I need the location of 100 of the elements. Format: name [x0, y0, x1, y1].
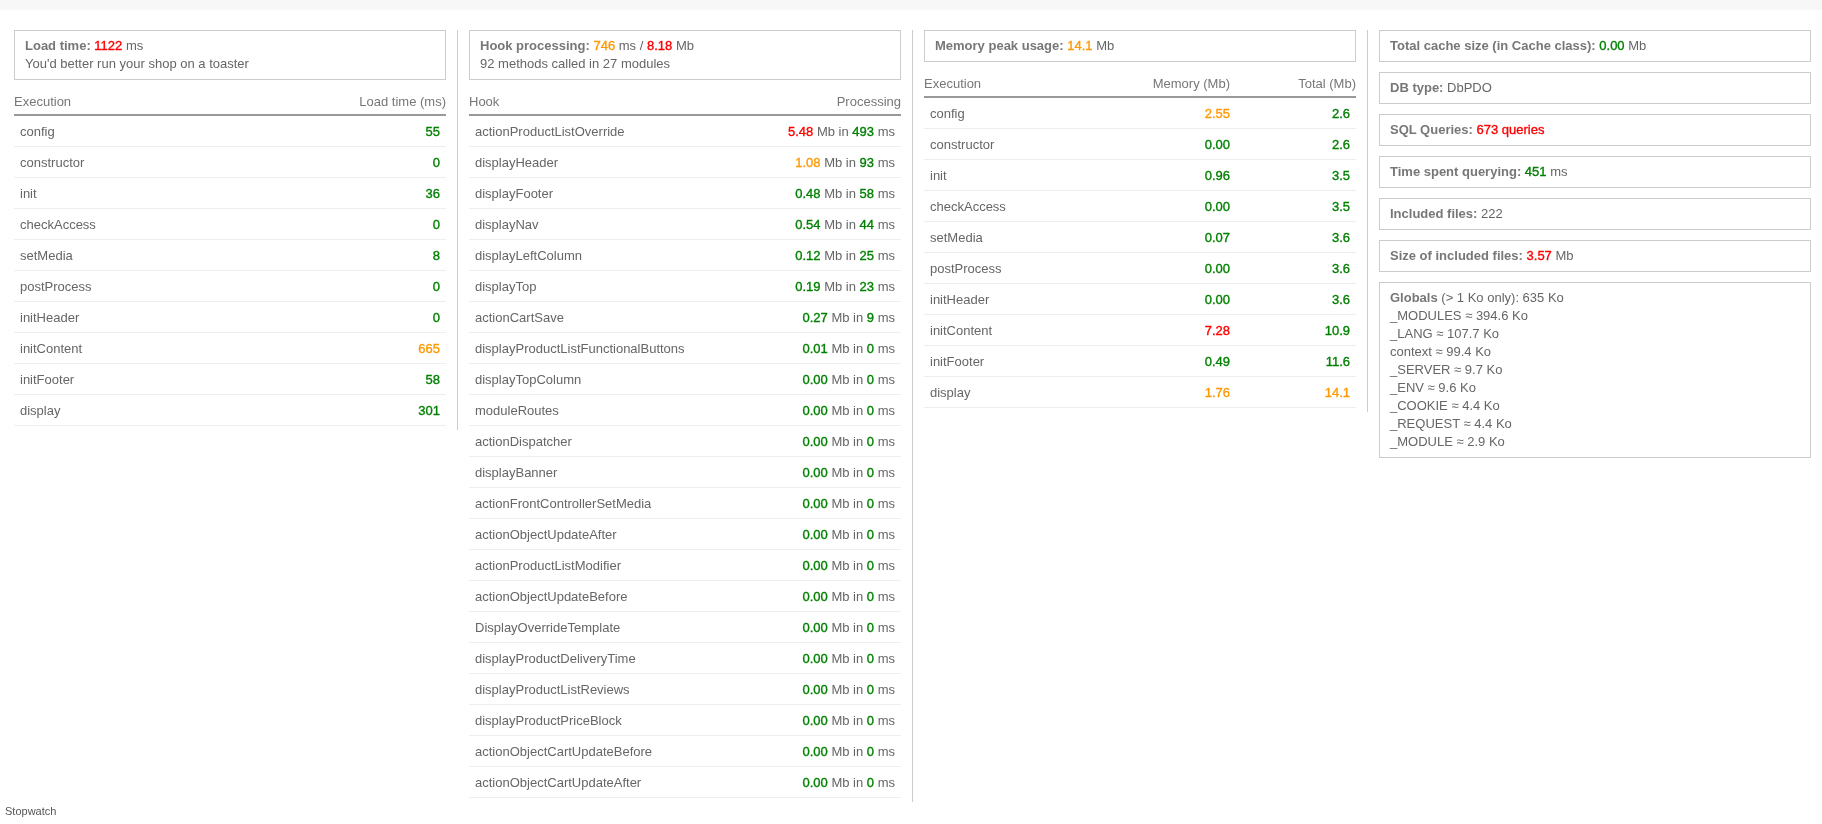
table-cell-text: 0.00 Mb in 0 ms [801, 433, 896, 449]
table-cell-text: constructor [19, 154, 86, 170]
table-cell-text: 58 [424, 371, 441, 387]
table-cell-text: displayTopColumn [474, 371, 583, 387]
table-cell-text: 8 [431, 247, 441, 263]
info-box: DB type: DbPDO [1379, 72, 1811, 104]
table-cell-text: 0.01 Mb in 0 ms [801, 340, 896, 356]
summary-note: You'd better run your shop on a toaster [25, 55, 250, 73]
table-cell-text: displayProductListFunctionalButtons [474, 340, 686, 356]
table-cell-text: setMedia [19, 247, 74, 263]
table-cell-text: displayFooter [474, 185, 555, 201]
table-cell-text: 0.00 [1203, 291, 1231, 307]
globals-line: _REQUEST ≈ 4.4 Ko [1390, 415, 1513, 433]
table-cell-text: displayBanner [474, 464, 559, 480]
globals-line: _MODULES ≈ 394.6 Ko [1390, 307, 1529, 325]
column-header: Execution [14, 93, 73, 111]
column-header: Hook [469, 93, 501, 111]
table-cell-text: initHeader [19, 309, 81, 325]
info-box: Size of included files: 3.57 Mb [1379, 240, 1811, 272]
table-cell-text: 5.48 Mb in 493 ms [786, 123, 896, 139]
table-cell-text: 0.48 Mb in 58 ms [794, 185, 896, 201]
table-cell-text: display [19, 402, 62, 418]
globals-line: context ≈ 99.4 Ko [1390, 343, 1493, 361]
table-cell-text: actionObjectUpdateBefore [474, 588, 629, 604]
table-cell-text: displayHeader [474, 154, 560, 170]
table-cell-text: 2.6 [1330, 105, 1351, 121]
table-cell-text: 11.6 [1324, 353, 1351, 369]
column-header: Processing [835, 93, 901, 111]
table-cell-text: displayProductPriceBlock [474, 712, 623, 728]
table-cell-text: 0.00 Mb in 0 ms [801, 371, 896, 387]
table-cell-text: 0.00 [1203, 136, 1231, 152]
table-cell-text: 1.76 [1203, 384, 1231, 400]
summary-text: Load time: 1122 ms [25, 37, 145, 55]
table-cell-text: init [929, 167, 948, 183]
table-cell-text: initFooter [929, 353, 986, 369]
table-cell-text: config [929, 105, 966, 121]
table-cell-text: 0.00 Mb in 0 ms [801, 402, 896, 418]
table-cell-text: actionCartSave [474, 309, 565, 325]
info-box: Total cache size (in Cache class): 0.00 Mb [1379, 30, 1811, 62]
globals-line: _COOKIE ≈ 4.4 Ko [1390, 397, 1501, 415]
globals-line: _ENV ≈ 9.6 Ko [1390, 379, 1477, 397]
table-cell-text: checkAccess [19, 216, 97, 232]
table-cell-text: 0.00 Mb in 0 ms [801, 650, 896, 666]
globals-text: Globals (> 1 Ko only): 635 Ko [1390, 289, 1565, 307]
table-cell-text: 665 [417, 340, 441, 356]
footer-label: Stopwatch [4, 804, 58, 819]
table-cell-text: actionFrontControllerSetMedia [474, 495, 653, 511]
summary-text: Hook processing: 746 ms / 8.18 Mb [480, 37, 695, 55]
table-cell-text: initHeader [929, 291, 991, 307]
table-cell-text: 1.08 Mb in 93 ms [794, 154, 896, 170]
info-box: Included files: 222 [1379, 198, 1811, 230]
table-cell-text: moduleRoutes [474, 402, 560, 418]
table-cell-text: 0 [431, 154, 441, 170]
table-cell-text: actionObjectCartUpdateAfter [474, 774, 643, 790]
table-cell-text: actionDispatcher [474, 433, 573, 449]
table-cell-text: 0.00 Mb in 0 ms [801, 588, 896, 604]
table-cell-text: postProcess [19, 278, 93, 294]
table-cell-text: actionProductListOverride [474, 123, 626, 139]
table-cell-text: 0.54 Mb in 44 ms [794, 216, 896, 232]
table-cell-text: displayNav [474, 216, 540, 232]
table-cell-text: 0.00 Mb in 0 ms [801, 495, 896, 511]
table-cell-text: 0.19 Mb in 23 ms [794, 278, 896, 294]
column-header: Execution [924, 75, 983, 93]
table-cell-text: 3.6 [1330, 291, 1351, 307]
table-cell-text: config [19, 123, 56, 139]
table-cell-text: 0.00 Mb in 0 ms [801, 526, 896, 542]
table-cell-text: 3.5 [1330, 167, 1351, 183]
table-cell-text: 3.6 [1330, 260, 1351, 276]
table-cell-text: 2.6 [1330, 136, 1351, 152]
table-cell-text: 2.55 [1203, 105, 1231, 121]
table-cell-text: 0 [431, 309, 441, 325]
table-cell-text: 0.49 [1203, 353, 1231, 369]
table-cell-text: 0.00 Mb in 0 ms [801, 681, 896, 697]
table-cell-text: initContent [929, 322, 994, 338]
table-cell-text: DisplayOverrideTemplate [474, 619, 622, 635]
table-cell-text: displayProductListReviews [474, 681, 631, 697]
table-cell-text: checkAccess [929, 198, 1007, 214]
summary-note: 92 methods called in 27 modules [480, 55, 672, 73]
table-cell-text: actionObjectUpdateAfter [474, 526, 618, 542]
table-cell-text: constructor [929, 136, 996, 152]
table-cell-text: 0.00 Mb in 0 ms [801, 774, 896, 790]
column-header: Load time (ms) [358, 93, 446, 111]
table-cell-text: 36 [424, 185, 441, 201]
table-cell-text: 7.28 [1203, 322, 1231, 338]
table-cell-text: displayProductDeliveryTime [474, 650, 637, 666]
summary-text: Memory peak usage: 14.1 Mb [935, 37, 1116, 55]
table-cell-text: 0.07 [1203, 229, 1231, 245]
table-cell-text: 0.00 Mb in 0 ms [801, 712, 896, 728]
info-box: Time spent querying: 451 ms [1379, 156, 1811, 188]
table-cell-text: 0 [431, 216, 441, 232]
table-cell-text: 0.00 [1203, 198, 1231, 214]
globals-line: _SERVER ≈ 9.7 Ko [1390, 361, 1504, 379]
table-cell-text: 55 [424, 123, 441, 139]
table-cell-text: init [19, 185, 38, 201]
table-cell-text: 301 [417, 402, 441, 418]
table-cell-text: displayLeftColumn [474, 247, 583, 263]
table-cell-text: 0.27 Mb in 9 ms [801, 309, 896, 325]
table-cell-text: initFooter [19, 371, 76, 387]
table-cell-text: 3.5 [1330, 198, 1351, 214]
table-cell-text: 0.96 [1203, 167, 1231, 183]
